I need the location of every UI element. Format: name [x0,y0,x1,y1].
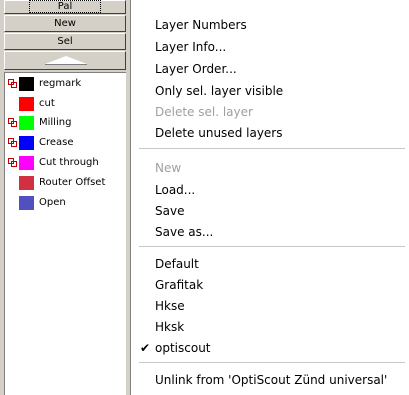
pal-button[interactable]: Pal [4,0,126,14]
layer-item-cut-through[interactable]: Cut through [5,154,125,172]
layer-name: Router Offset [39,177,106,188]
menu-item-grafitak[interactable]: Grafitak [155,275,203,295]
layer-color-swatch [19,136,34,150]
layers-context-menu: Layer Numbers Layer Info... Layer Order.… [131,0,409,395]
layer-name: Crease [39,137,74,148]
layer-color-swatch [19,97,34,111]
layer-item-cut[interactable]: cut [5,95,125,113]
new-button[interactable]: New [4,15,126,32]
layer-name: Milling [39,117,72,128]
menu-item-delete-sel-layer: Delete sel. layer [155,105,253,119]
layer-lock-icon[interactable] [8,79,17,88]
menu-item-default[interactable]: Default [155,254,199,274]
layer-lock-icon[interactable] [8,138,17,147]
scroll-up-button[interactable] [4,51,126,70]
menu-item-optiscout[interactable]: ✔ optiscout [131,338,409,358]
menu-separator [139,148,405,149]
menu-item-only-sel-layer-visible[interactable]: Only sel. layer visible [155,81,283,101]
layer-item-regmark[interactable]: regmark [5,75,125,93]
menu-item-load[interactable]: Load... [155,180,195,200]
layer-name: Cut through [39,157,99,168]
layer-list: regmark cut Milling Crease Cut through R… [4,72,126,395]
menu-item-delete-unused-layers[interactable]: Delete unused layers [155,123,282,143]
menu-item-hksk[interactable]: Hksk [155,317,184,337]
menu-item-optiscout-label: optiscout [155,341,211,355]
menu-separator [139,246,405,247]
layer-color-swatch [19,77,34,91]
layer-color-swatch [19,196,34,210]
triangle-up-icon [45,56,87,64]
layer-color-swatch [19,116,34,130]
menu-item-layer-order[interactable]: Layer Order... [155,59,237,79]
menu-item-unlink[interactable]: Unlink from 'OptiScout Zünd universal' [155,370,387,390]
layer-color-swatch [19,156,34,170]
menu-item-layer-info[interactable]: Layer Info... [155,37,226,57]
menu-item-save[interactable]: Save [155,201,184,221]
menu-item-new: New [155,161,182,175]
layer-item-crease[interactable]: Crease [5,134,125,152]
menu-separator [139,362,405,363]
layer-name: cut [39,98,55,109]
pal-button-label: Pal [28,0,102,13]
layer-item-milling[interactable]: Milling [5,114,125,132]
layer-name: regmark [39,78,82,89]
layer-lock-icon[interactable] [8,158,17,167]
layer-lock-icon[interactable] [8,118,17,127]
menu-item-save-as[interactable]: Save as... [155,222,213,242]
menu-item-hkse[interactable]: Hkse [155,296,185,316]
layer-name: Open [39,197,66,208]
sel-button[interactable]: Sel [4,33,126,50]
menu-item-layer-numbers[interactable]: Layer Numbers [155,15,247,35]
layer-color-swatch [19,176,34,190]
layer-panel: Pal New Sel regmark cut Milling Crease C… [0,0,130,395]
layer-item-open[interactable]: Open [5,194,125,212]
layer-item-router-offset[interactable]: Router Offset [5,174,125,192]
checkmark-icon: ✔ [140,341,151,355]
